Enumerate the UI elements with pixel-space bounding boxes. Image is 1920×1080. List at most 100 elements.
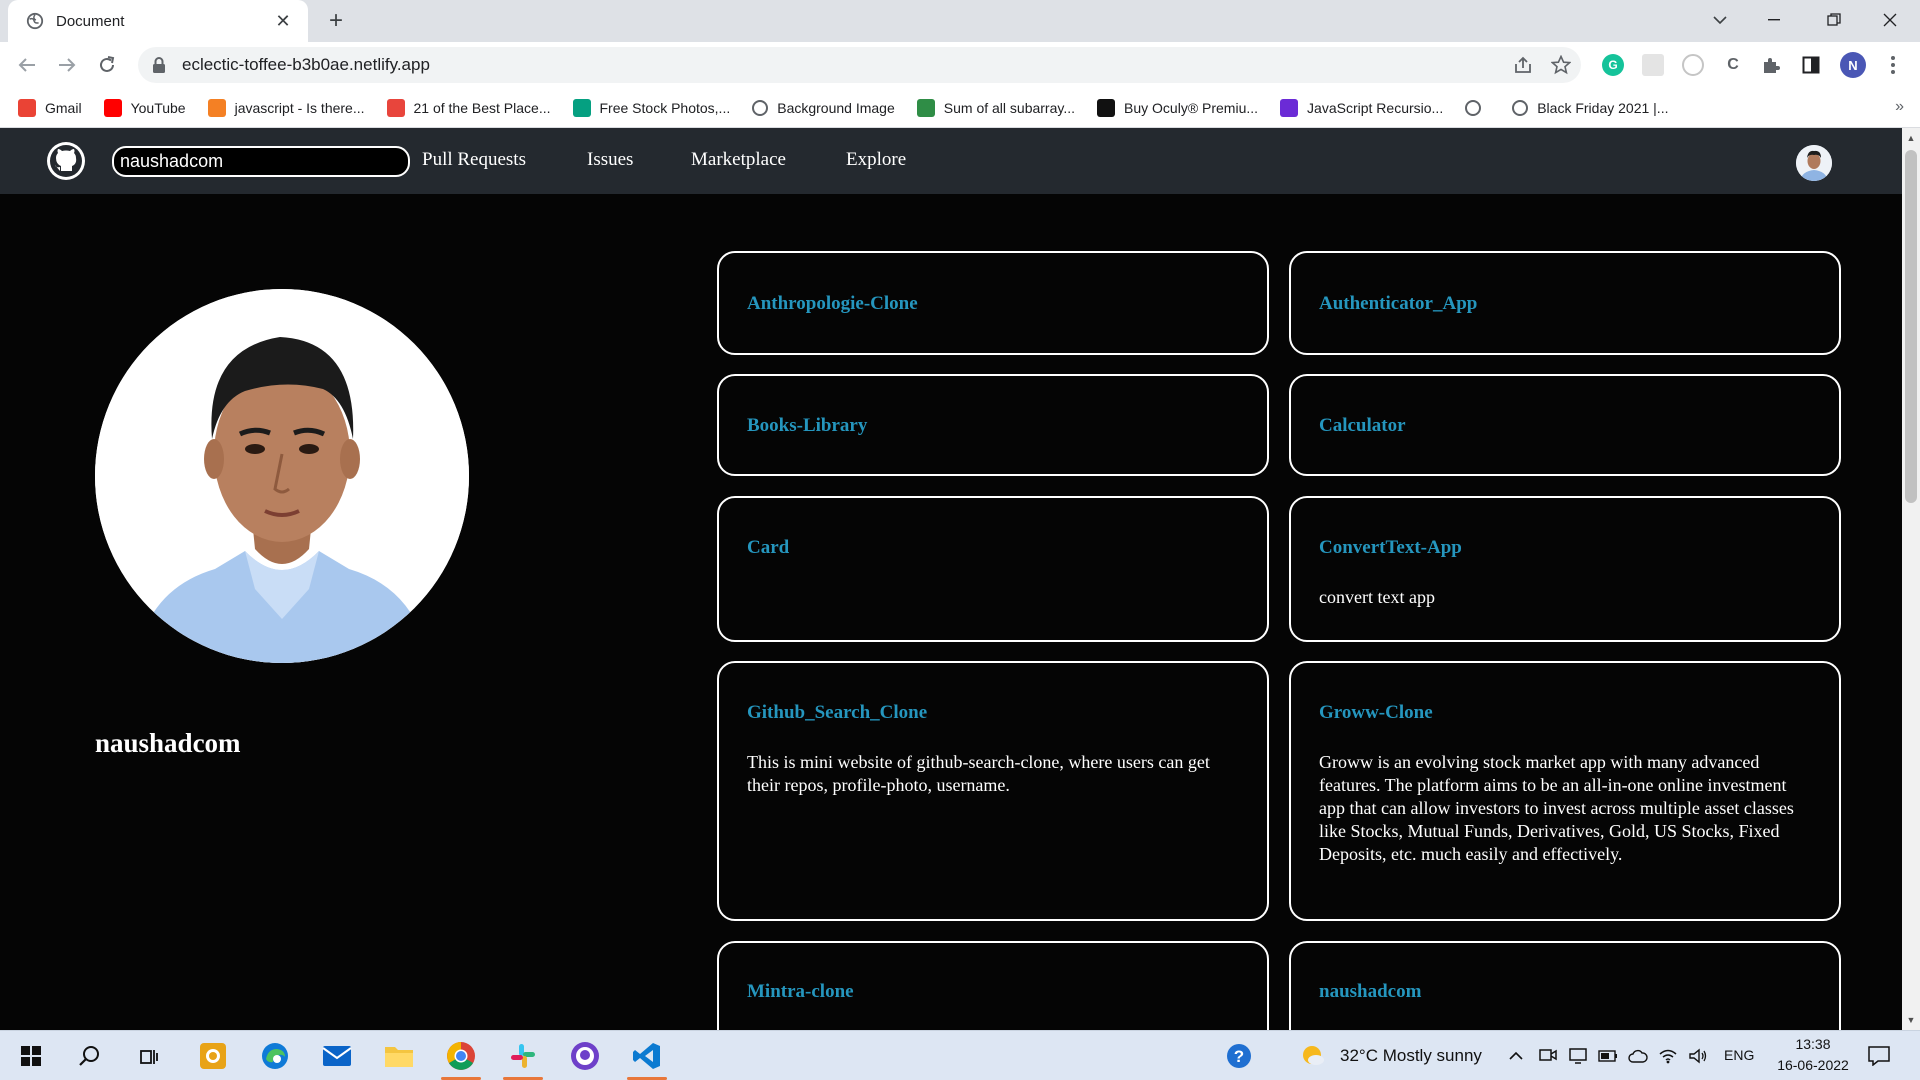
- repo-card[interactable]: Books-Library: [717, 374, 1269, 476]
- bookmark-item[interactable]: javascript - Is there...: [207, 98, 365, 117]
- edge-browser-icon[interactable]: [258, 1039, 292, 1073]
- repo-name[interactable]: Calculator: [1319, 415, 1406, 437]
- repo-name[interactable]: Groww-Clone: [1319, 702, 1433, 724]
- onedrive-cloud-icon[interactable]: [1626, 1039, 1650, 1073]
- slack-icon[interactable]: [506, 1039, 540, 1073]
- nav-marketplace[interactable]: Marketplace: [691, 149, 786, 171]
- windows-start-icon[interactable]: [14, 1039, 48, 1073]
- grammarly-extension-icon[interactable]: G: [1602, 54, 1624, 76]
- pin-icon: [386, 98, 405, 117]
- bookmark-item[interactable]: Background Image: [752, 99, 895, 116]
- bookmark-item[interactable]: [1465, 99, 1490, 116]
- lock-icon: [153, 57, 165, 73]
- chrome-browser-icon[interactable]: [444, 1039, 478, 1073]
- battery-icon[interactable]: [1596, 1039, 1620, 1073]
- tab-search-icon[interactable]: [1692, 0, 1748, 40]
- repo-card[interactable]: Authenticator_App: [1289, 251, 1841, 355]
- reload-icon[interactable]: [92, 50, 122, 80]
- extension-icon[interactable]: [1642, 54, 1664, 76]
- user-avatar[interactable]: [1796, 145, 1832, 181]
- bookmark-item[interactable]: Sum of all subarray...: [916, 98, 1076, 117]
- globe-icon: [1512, 99, 1529, 116]
- file-explorer-icon[interactable]: [382, 1039, 416, 1073]
- site-navbar: Pull Requests Issues Marketplace Explore: [0, 128, 1902, 194]
- bookmark-item[interactable]: JavaScript Recursio...: [1280, 98, 1443, 117]
- chevron-up-icon[interactable]: [1506, 1039, 1526, 1073]
- bookmark-item[interactable]: Black Friday 2021 |...: [1512, 99, 1668, 116]
- repo-name[interactable]: Books-Library: [747, 415, 867, 437]
- scroll-down-arrow-icon[interactable]: ▼: [1902, 1012, 1920, 1028]
- repo-card[interactable]: Mintra-clone: [717, 941, 1269, 1030]
- scrollbar-thumb[interactable]: [1905, 150, 1917, 503]
- nav-pull-requests[interactable]: Pull Requests: [422, 149, 526, 171]
- vscode-icon[interactable]: [630, 1039, 664, 1073]
- bookmark-item[interactable]: YouTube: [103, 98, 186, 117]
- extensions-puzzle-icon[interactable]: [1760, 54, 1782, 76]
- github-user-search-input[interactable]: [112, 146, 410, 177]
- globe-icon: [1465, 99, 1482, 116]
- bookmark-item[interactable]: Gmail: [18, 98, 82, 117]
- github-logo-icon[interactable]: [46, 141, 86, 181]
- clock-date[interactable]: 16-06-2022: [1770, 1057, 1856, 1073]
- github-desktop-icon[interactable]: [568, 1039, 602, 1073]
- bookmark-label: Sum of all subarray...: [943, 99, 1076, 116]
- repo-name[interactable]: ConvertText-App: [1319, 537, 1462, 559]
- repo-card[interactable]: ConvertText-App convert text app: [1289, 496, 1841, 642]
- extension-icon[interactable]: [1682, 54, 1704, 76]
- side-panel-icon[interactable]: [1800, 54, 1822, 76]
- bookmark-item[interactable]: Free Stock Photos,...: [572, 98, 730, 117]
- display-icon[interactable]: [1566, 1039, 1590, 1073]
- repo-description: convert text app: [1319, 587, 1435, 607]
- task-view-icon[interactable]: [132, 1039, 166, 1073]
- weather-sunny-icon[interactable]: [1296, 1039, 1330, 1073]
- tab-title: Document: [56, 12, 125, 30]
- minimize-window-icon[interactable]: [1746, 0, 1802, 40]
- share-icon[interactable]: [1512, 54, 1534, 76]
- browser-tab-document[interactable]: Document ✕: [8, 0, 308, 42]
- app-icon[interactable]: [196, 1039, 230, 1073]
- nav-explore[interactable]: Explore: [846, 149, 906, 171]
- extension-icon[interactable]: C: [1722, 54, 1744, 76]
- bookmarks-overflow-chevron-icon[interactable]: »: [1895, 98, 1904, 116]
- repo-name[interactable]: Mintra-clone: [747, 981, 854, 1003]
- forward-arrow-icon[interactable]: [52, 50, 82, 80]
- bookmark-star-icon[interactable]: [1550, 54, 1572, 76]
- bookmark-item[interactable]: Buy Oculy® Premiu...: [1097, 98, 1258, 117]
- bookmark-label: Gmail: [45, 99, 82, 116]
- volume-icon[interactable]: [1686, 1039, 1710, 1073]
- repo-name[interactable]: naushadcom: [1319, 981, 1421, 1003]
- address-bar[interactable]: eclectic-toffee-b3b0ae.netlify.app: [138, 47, 1581, 83]
- profile-photo: [95, 289, 469, 663]
- repo-card[interactable]: naushadcom: [1289, 941, 1841, 1030]
- bookmark-item[interactable]: 21 of the Best Place...: [386, 98, 551, 117]
- mail-icon[interactable]: [320, 1039, 354, 1073]
- nav-issues[interactable]: Issues: [587, 149, 633, 171]
- repo-card[interactable]: Anthropologie-Clone: [717, 251, 1269, 355]
- bookmark-label: Background Image: [777, 99, 895, 116]
- notifications-icon[interactable]: [1862, 1039, 1896, 1073]
- repo-name[interactable]: Github_Search_Clone: [747, 702, 927, 724]
- wifi-icon[interactable]: [1656, 1039, 1680, 1073]
- gmail-icon: [18, 98, 36, 117]
- close-window-icon[interactable]: [1862, 0, 1918, 40]
- back-arrow-icon[interactable]: [12, 50, 42, 80]
- new-tab-button[interactable]: +: [322, 8, 350, 36]
- repo-card[interactable]: Calculator: [1289, 374, 1841, 476]
- help-icon[interactable]: ?: [1222, 1039, 1256, 1073]
- language-indicator[interactable]: ENG: [1724, 1047, 1754, 1063]
- restore-window-icon[interactable]: [1806, 0, 1862, 40]
- more-menu-icon[interactable]: [1882, 54, 1904, 76]
- scroll-up-arrow-icon[interactable]: ▲: [1902, 130, 1920, 146]
- repo-card[interactable]: Card: [717, 496, 1269, 642]
- clock-time[interactable]: 13:38: [1776, 1036, 1850, 1052]
- repo-name[interactable]: Anthropologie-Clone: [747, 293, 918, 315]
- search-icon[interactable]: [72, 1039, 106, 1073]
- repo-card[interactable]: Github_Search_Clone This is mini website…: [717, 661, 1269, 921]
- repo-card[interactable]: Groww-Clone Groww is an evolving stock m…: [1289, 661, 1841, 921]
- meet-now-icon[interactable]: [1536, 1039, 1560, 1073]
- repo-name[interactable]: Card: [747, 537, 789, 559]
- close-tab-icon[interactable]: ✕: [272, 11, 294, 32]
- weather-text[interactable]: 32°C Mostly sunny: [1340, 1046, 1482, 1066]
- profile-avatar[interactable]: N: [1840, 52, 1866, 78]
- repo-name[interactable]: Authenticator_App: [1319, 293, 1477, 315]
